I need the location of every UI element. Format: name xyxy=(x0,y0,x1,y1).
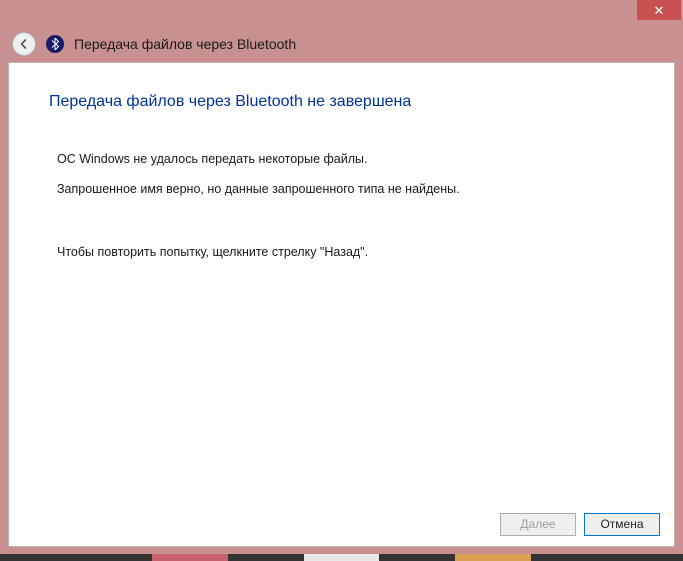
next-button: Далее xyxy=(500,513,576,536)
arrow-left-icon xyxy=(18,38,30,50)
back-button[interactable] xyxy=(12,32,36,56)
error-message-1: ОС Windows не удалось передать некоторые… xyxy=(49,151,634,169)
error-message-2: Запрошенное имя верно, но данные запроше… xyxy=(49,181,634,199)
bluetooth-icon xyxy=(46,35,64,53)
cancel-button[interactable]: Отмена xyxy=(584,513,660,536)
taskbar-strip xyxy=(0,554,683,561)
page-heading: Передача файлов через Bluetooth не завер… xyxy=(49,93,634,111)
retry-hint: Чтобы повторить попытку, щелкните стрелк… xyxy=(49,244,634,262)
button-bar: Далее Отмена xyxy=(9,502,674,546)
titlebar: ✕ xyxy=(0,0,683,26)
window-title: Передача файлов через Bluetooth xyxy=(74,36,296,52)
close-icon: ✕ xyxy=(654,4,665,17)
wizard-header: Передача файлов через Bluetooth xyxy=(0,26,683,62)
wizard-panel: Передача файлов через Bluetooth не завер… xyxy=(8,62,675,547)
close-button[interactable]: ✕ xyxy=(637,0,681,20)
content-area: Передача файлов через Bluetooth не завер… xyxy=(9,63,674,502)
